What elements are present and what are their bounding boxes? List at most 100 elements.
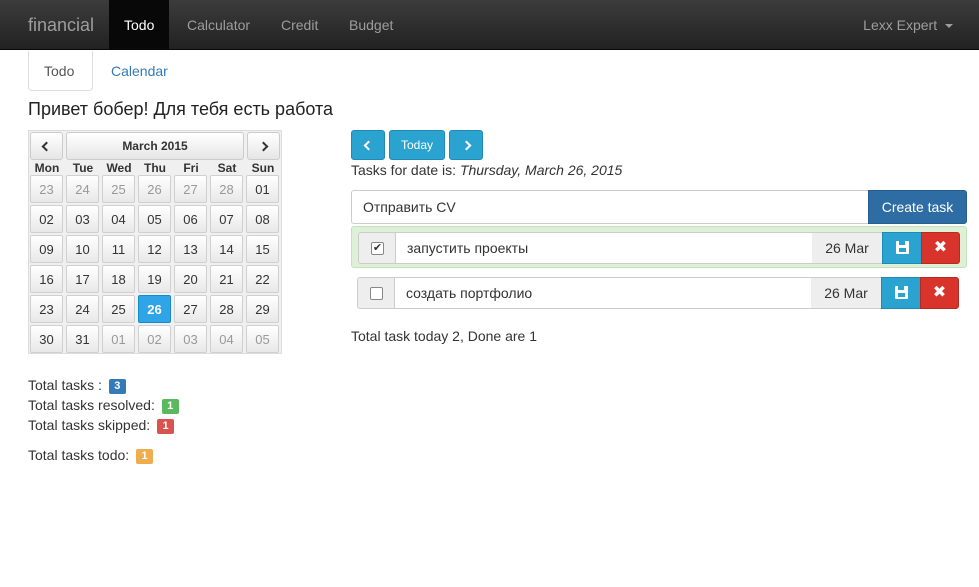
calendar-day[interactable]: 10 xyxy=(66,235,99,263)
calendar-day[interactable]: 28 xyxy=(210,175,243,203)
checkbox-unchecked[interactable] xyxy=(370,287,383,300)
floppy-save-icon xyxy=(896,241,909,254)
calendar-month-title[interactable]: March 2015 xyxy=(66,132,244,160)
task-row: ✔ запустить проекты 26 Mar ✖ xyxy=(351,226,967,268)
task-delete-button[interactable]: ✖ xyxy=(920,277,959,309)
calendar-day-selected[interactable]: 26 xyxy=(138,295,171,323)
greeting-heading: Привет бобер! Для тебя есть работа xyxy=(28,99,334,119)
calendar-day[interactable]: 25 xyxy=(102,175,135,203)
weekday-header: Sat xyxy=(217,161,237,175)
calendar-day[interactable]: 02 xyxy=(30,205,63,233)
weekday-header: Tue xyxy=(72,161,94,175)
calendar-day[interactable]: 28 xyxy=(210,295,243,323)
stat-todo: Total tasks todo: 1 xyxy=(28,447,154,464)
new-task-input[interactable]: Отправить CV xyxy=(351,190,869,224)
stat-skipped-label: Total tasks skipped: xyxy=(28,417,151,433)
calendar-day[interactable]: 27 xyxy=(174,295,207,323)
calendar-day[interactable]: 17 xyxy=(66,265,99,293)
task-checkbox-cell[interactable]: ✔ xyxy=(358,232,396,264)
calendar-day[interactable]: 24 xyxy=(66,175,99,203)
prev-day-button[interactable] xyxy=(351,130,385,160)
stat-skipped: Total tasks skipped: 1 xyxy=(28,417,175,434)
calendar-day[interactable]: 20 xyxy=(174,265,207,293)
calendar-day[interactable]: 03 xyxy=(174,325,207,353)
chevron-right-icon xyxy=(258,141,269,152)
tab-calendar[interactable]: Calendar xyxy=(96,51,183,91)
weekday-header: Mon xyxy=(34,161,60,175)
task-checkbox-cell[interactable] xyxy=(357,277,395,309)
task-date: 26 Mar xyxy=(811,277,882,309)
weekday-header: Fri xyxy=(183,161,199,175)
task-save-button[interactable] xyxy=(882,232,922,264)
close-icon: ✖ xyxy=(932,284,947,301)
chevron-right-icon xyxy=(461,140,471,151)
calendar-prev-button[interactable] xyxy=(30,132,63,160)
calendar-day[interactable]: 03 xyxy=(66,205,99,233)
calendar-day[interactable]: 29 xyxy=(246,295,279,323)
calendar-day[interactable]: 25 xyxy=(102,295,135,323)
top-navbar: financial Todo Calculator Credit Budget … xyxy=(0,0,979,50)
calendar-day[interactable]: 05 xyxy=(246,325,279,353)
tasks-summary: Total task today 2, Done are 1 xyxy=(351,328,537,344)
stat-total-label: Total tasks : xyxy=(28,377,102,393)
chevron-left-icon xyxy=(363,140,373,151)
weekday-header: Sun xyxy=(251,161,275,175)
calendar-day[interactable]: 11 xyxy=(102,235,135,263)
calendar-day[interactable]: 01 xyxy=(102,325,135,353)
stat-todo-label: Total tasks todo: xyxy=(28,447,130,463)
task-title-input[interactable]: запустить проекты xyxy=(396,232,813,264)
user-name: Lexx Expert xyxy=(863,17,938,33)
calendar-day[interactable]: 18 xyxy=(102,265,135,293)
calendar-day[interactable]: 01 xyxy=(246,175,279,203)
stat-skipped-badge: 1 xyxy=(157,419,175,434)
calendar-day[interactable]: 21 xyxy=(210,265,243,293)
task-delete-button[interactable]: ✖ xyxy=(921,232,960,264)
calendar-day[interactable]: 02 xyxy=(138,325,171,353)
task-date: 26 Mar xyxy=(812,232,883,264)
calendar-day[interactable]: 06 xyxy=(174,205,207,233)
calendar-next-button[interactable] xyxy=(247,132,280,160)
calendar-day[interactable]: 12 xyxy=(138,235,171,263)
weekday-header: Wed xyxy=(106,161,132,175)
calendar-day[interactable]: 14 xyxy=(210,235,243,263)
calendar-widget: March 2015 Mon Tue Wed Thu Fri Sat Sun 23 24 25 26… xyxy=(28,130,282,354)
tab-todo[interactable]: Todo xyxy=(28,51,93,91)
stat-resolved-badge: 1 xyxy=(161,399,179,414)
nav-item-budget[interactable]: Budget xyxy=(334,0,408,50)
calendar-day[interactable]: 16 xyxy=(30,265,63,293)
calendar-day[interactable]: 19 xyxy=(138,265,171,293)
task-row: создать портфолио 26 Mar ✖ xyxy=(351,272,967,314)
date-value: Thursday, March 26, 2015 xyxy=(459,162,623,178)
checkbox-checked[interactable]: ✔ xyxy=(371,242,384,255)
calendar-day[interactable]: 08 xyxy=(246,205,279,233)
nav-item-calculator[interactable]: Calculator xyxy=(172,0,265,50)
calendar-day[interactable]: 04 xyxy=(210,325,243,353)
create-task-button[interactable]: Create task xyxy=(868,190,967,224)
calendar-day[interactable]: 13 xyxy=(174,235,207,263)
calendar-day[interactable]: 27 xyxy=(174,175,207,203)
user-menu[interactable]: Lexx Expert xyxy=(863,0,953,50)
calendar-day[interactable]: 07 xyxy=(210,205,243,233)
nav-item-credit[interactable]: Credit xyxy=(266,0,333,50)
date-prefix: Tasks for date is: xyxy=(351,162,457,178)
calendar-day[interactable]: 05 xyxy=(138,205,171,233)
calendar-day[interactable]: 04 xyxy=(102,205,135,233)
calendar-day[interactable]: 23 xyxy=(30,175,63,203)
caret-down-icon xyxy=(945,24,953,29)
calendar-day[interactable]: 23 xyxy=(30,295,63,323)
calendar-day[interactable]: 09 xyxy=(30,235,63,263)
calendar-day[interactable]: 22 xyxy=(246,265,279,293)
next-day-button[interactable] xyxy=(449,130,483,160)
calendar-day[interactable]: 15 xyxy=(246,235,279,263)
chevron-left-icon xyxy=(41,141,52,152)
calendar-day[interactable]: 31 xyxy=(66,325,99,353)
calendar-day[interactable]: 30 xyxy=(30,325,63,353)
stat-resolved-label: Total tasks resolved: xyxy=(28,397,155,413)
task-save-button[interactable] xyxy=(881,277,921,309)
calendar-day[interactable]: 24 xyxy=(66,295,99,323)
brand-logo[interactable]: financial xyxy=(28,15,94,36)
nav-item-todo[interactable]: Todo xyxy=(109,0,170,50)
today-button[interactable]: Today xyxy=(389,130,445,160)
task-title-input[interactable]: создать портфолио xyxy=(395,277,812,309)
calendar-day[interactable]: 26 xyxy=(138,175,171,203)
